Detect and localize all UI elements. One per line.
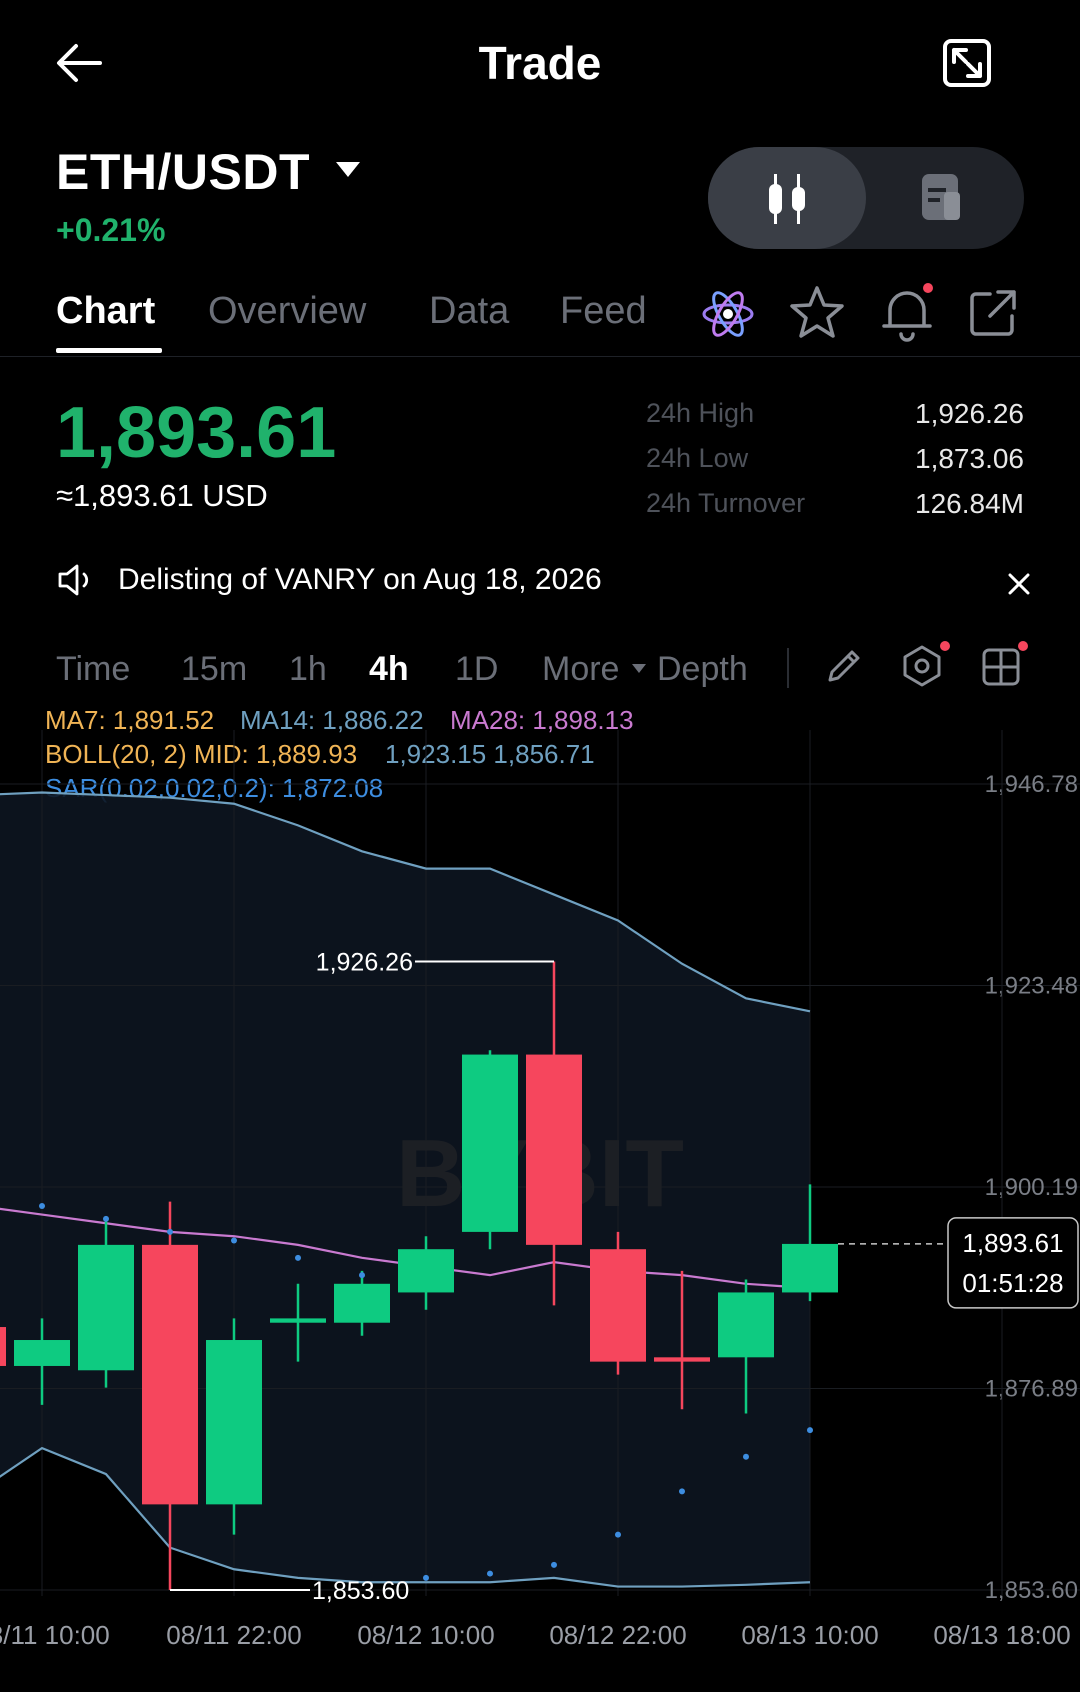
tab-overview[interactable]: Overview: [208, 290, 366, 333]
usd-equivalent: ≈1,893.61 USD: [56, 478, 268, 513]
candle-body: [142, 1244, 198, 1505]
toggle-chart-option[interactable]: [708, 147, 866, 249]
tf-4h[interactable]: 4h: [369, 650, 409, 689]
view-toggle[interactable]: [708, 147, 1024, 249]
candle-body: [78, 1244, 134, 1371]
indicator-settings-icon[interactable]: [900, 644, 944, 688]
y-axis-tick-label: 1,876.89: [985, 1376, 1078, 1403]
price-change-percent: +0.21%: [56, 212, 166, 248]
last-price-tag-value: 1,893.61: [962, 1228, 1063, 1258]
candle-body: [782, 1243, 838, 1293]
x-axis-tick-label: 08/13 18:00: [933, 1620, 1070, 1650]
sar-dot: [679, 1488, 685, 1495]
sar-dot: [807, 1427, 813, 1434]
candle-body: [590, 1249, 646, 1362]
share-external-icon[interactable]: [966, 286, 1020, 340]
star-favorite-icon[interactable]: [788, 284, 846, 342]
candle-body: [654, 1357, 710, 1362]
stat-24h-low-value: 1,873.06: [915, 443, 1024, 474]
stat-24h-turnover-value: 126.84M: [915, 488, 1024, 519]
y-axis-tick-label: 1,900.19: [985, 1174, 1078, 1201]
last-price: 1,893.61: [56, 393, 337, 473]
chevron-down-icon[interactable]: [336, 162, 360, 177]
pencil-draw-icon[interactable]: [824, 646, 864, 686]
stat-24h-low-label: 24h Low: [646, 443, 749, 473]
x-axis-tick-label: 08/12 22:00: [549, 1620, 686, 1650]
candlestick-chart[interactable]: 1,946.78 1,923.48 1,900.19 1,876.89 1,853.60…: [0, 730, 1080, 1650]
x-axis-tick-label: 08/11 10:00: [0, 1620, 110, 1650]
pair-selector[interactable]: ETH/USDT: [56, 143, 310, 201]
candle-body: [462, 1054, 518, 1232]
sar-dot: [295, 1254, 301, 1261]
y-axis-tick-label: 1,946.78: [985, 771, 1078, 798]
candle-countdown: 01:51:28: [962, 1268, 1063, 1298]
sar-dot: [743, 1453, 749, 1460]
tf-15m[interactable]: 15m: [181, 650, 247, 689]
stat-24h-turnover-label: 24h Turnover: [646, 488, 806, 518]
stat-24h-high-value: 1,926.26: [915, 398, 1024, 429]
tab-data[interactable]: Data: [429, 290, 509, 333]
tabs-divider: [0, 356, 1080, 357]
sar-dot: [167, 1228, 173, 1235]
candlestick-icon: [769, 174, 805, 224]
candle-body: [206, 1340, 262, 1505]
candle-body: [526, 1054, 582, 1245]
candle-body: [334, 1283, 390, 1323]
low-price-label: 1,853.60: [312, 1577, 409, 1605]
tf-time[interactable]: Time: [56, 650, 130, 689]
page-title: Trade: [478, 37, 602, 89]
sar-dot: [615, 1531, 621, 1538]
candle-body: [398, 1249, 454, 1293]
sar-dot: [39, 1202, 45, 1209]
x-axis-tick-label: 08/13 10:00: [741, 1620, 878, 1650]
order-book-icon[interactable]: [866, 147, 1024, 249]
speaker-announcement-icon: [58, 564, 89, 596]
high-price-label: 1,926.26: [316, 948, 413, 976]
candle-body: [270, 1318, 326, 1323]
candle-body: [14, 1340, 70, 1366]
sar-dot: [231, 1237, 237, 1244]
x-axis-tick-label: 08/12 10:00: [357, 1620, 494, 1650]
active-tab-indicator: [56, 348, 162, 353]
y-axis-tick-label: 1,923.48: [985, 973, 1078, 1000]
sar-dot: [423, 1574, 429, 1581]
tf-more[interactable]: More: [542, 650, 619, 689]
stat-24h-high-label: 24h High: [646, 398, 755, 428]
candle-body: [0, 1327, 6, 1366]
y-axis-tick-label: 1,853.60: [985, 1577, 1078, 1604]
close-icon[interactable]: [1005, 570, 1033, 598]
tf-depth[interactable]: Depth: [657, 650, 748, 689]
ai-atom-icon[interactable]: [700, 286, 756, 342]
notification-dot: [940, 641, 950, 651]
notification-dot: [923, 283, 933, 293]
more-caret-icon[interactable]: [632, 664, 646, 673]
tf-1h[interactable]: 1h: [289, 650, 327, 689]
tab-chart[interactable]: Chart: [56, 290, 155, 333]
x-axis-tick-label: 08/11 22:00: [166, 1620, 301, 1650]
notice-text[interactable]: Delisting of VANRY on Aug 18, 2026: [118, 563, 602, 597]
candle-body: [718, 1292, 774, 1358]
fullscreen-icon[interactable]: [940, 36, 994, 90]
sar-dot: [103, 1215, 109, 1222]
notification-dot: [1018, 641, 1028, 651]
tab-feed[interactable]: Feed: [560, 290, 647, 333]
toolbar-divider: [787, 648, 789, 688]
sar-dot: [551, 1561, 557, 1568]
sar-dot: [359, 1272, 365, 1279]
layout-grid-icon[interactable]: [980, 646, 1022, 688]
sar-dot: [487, 1570, 493, 1577]
tf-1d[interactable]: 1D: [455, 650, 498, 689]
